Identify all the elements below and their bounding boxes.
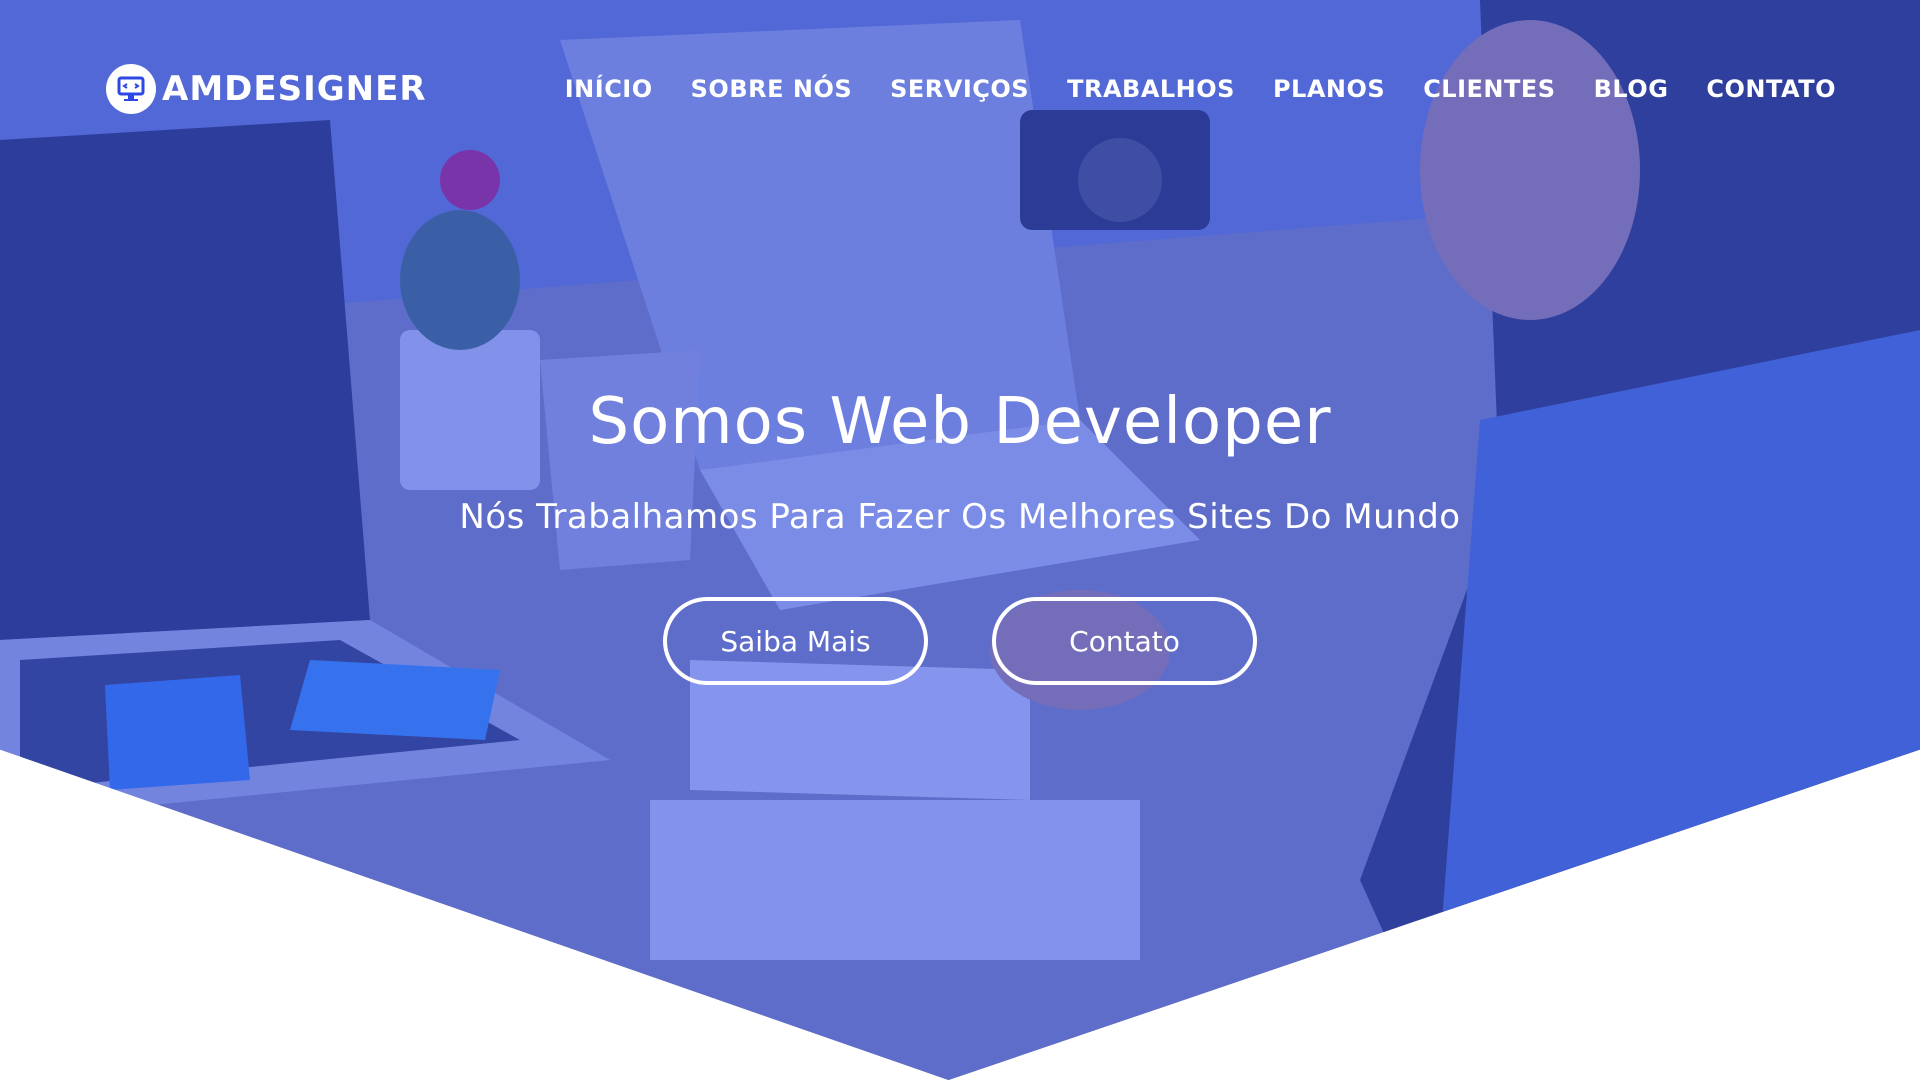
contato-button[interactable]: Contato bbox=[992, 597, 1257, 685]
nav-item-planos[interactable]: PLANOS bbox=[1273, 75, 1385, 103]
hero-subtitle: Nós Trabalhamos Para Fazer Os Melhores S… bbox=[459, 497, 1461, 537]
nav-item-servicos[interactable]: SERVIÇOS bbox=[890, 75, 1029, 103]
nav-item-sobre-nos[interactable]: SOBRE NÓS bbox=[691, 75, 852, 103]
navbar: AMDESIGNER INÍCIO SOBRE NÓS SERVIÇOS TRA… bbox=[0, 0, 1920, 178]
monitor-code-icon bbox=[106, 64, 156, 114]
nav-item-blog[interactable]: BLOG bbox=[1594, 75, 1669, 103]
hero-content: Somos Web Developer Nós Trabalhamos Para… bbox=[0, 385, 1920, 685]
hero-buttons: Saiba Mais Contato bbox=[0, 597, 1920, 685]
main-menu: INÍCIO SOBRE NÓS SERVIÇOS TRABALHOS PLAN… bbox=[565, 75, 1836, 103]
hero-section: AMDESIGNER INÍCIO SOBRE NÓS SERVIÇOS TRA… bbox=[0, 0, 1920, 1080]
brand-name: AMDESIGNER bbox=[162, 69, 427, 109]
saiba-mais-button[interactable]: Saiba Mais bbox=[663, 597, 928, 685]
nav-item-clientes[interactable]: CLIENTES bbox=[1423, 75, 1555, 103]
hero-title: Somos Web Developer bbox=[588, 385, 1332, 459]
nav-item-contato[interactable]: CONTATO bbox=[1706, 75, 1836, 103]
brand-logo[interactable]: AMDESIGNER bbox=[106, 64, 427, 114]
nav-item-inicio[interactable]: INÍCIO bbox=[565, 75, 653, 103]
nav-item-trabalhos[interactable]: TRABALHOS bbox=[1067, 75, 1235, 103]
